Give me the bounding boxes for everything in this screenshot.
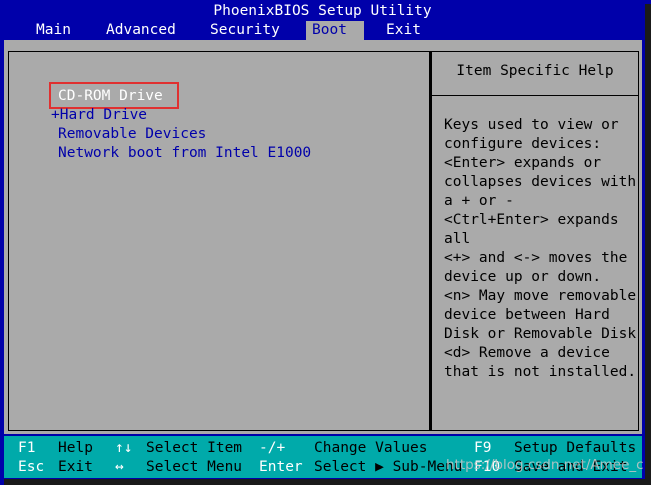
window-shadow [4, 479, 651, 485]
key-updown-label: Select Item [146, 440, 243, 456]
menu-security[interactable]: Security [204, 21, 286, 40]
key-esc: Esc [18, 459, 45, 475]
key-f1-label: Help [58, 440, 93, 456]
content-area: CD-ROM Drive +Hard Drive Removable Devic… [4, 40, 642, 434]
watermark-text: https://blog.csdn.net/Amee_c [446, 457, 644, 473]
menu-main[interactable]: Main [30, 21, 77, 40]
help-line: that is not installed. [444, 364, 637, 380]
help-line: Disk or Removable Disk [444, 326, 637, 342]
menu-bar: Main Advanced Security Boot Exit [4, 21, 642, 40]
key-minus-plus-label: Change Values [314, 440, 428, 456]
window-shadow [645, 4, 651, 485]
help-line: all [444, 231, 471, 247]
help-line: <Ctrl+Enter> expands [444, 212, 619, 228]
window-title: PhoenixBIOS Setup Utility [213, 3, 432, 19]
help-line: a + or - [444, 193, 514, 209]
bios-window: PhoenixBIOS Setup Utility Main Advanced … [0, 0, 645, 479]
menu-exit[interactable]: Exit [380, 21, 427, 40]
boot-item-removable[interactable]: Removable Devices [58, 125, 206, 144]
help-line: <+> and <-> moves the [444, 250, 628, 266]
help-line: <n> May move removable [444, 288, 637, 304]
help-title: Item Specific Help [456, 63, 614, 79]
help-text: Keys used to view or configure devices: … [444, 116, 637, 382]
boot-order-panel: CD-ROM Drive +Hard Drive Removable Devic… [8, 51, 430, 431]
key-leftright: ↔ [115, 459, 124, 475]
key-enter-label: Select ▶ Sub-Menu [314, 459, 463, 475]
help-line: device up or down. [444, 269, 602, 285]
key-esc-label: Exit [58, 459, 93, 475]
help-line: <Enter> expands or [444, 155, 602, 171]
key-leftright-label: Select Menu [146, 459, 243, 475]
menu-advanced[interactable]: Advanced [100, 21, 182, 40]
help-line: <d> Remove a device [444, 345, 610, 361]
help-panel: Item Specific Help Keys used to view or … [430, 51, 639, 431]
menu-boot[interactable]: Boot [306, 21, 364, 40]
key-minus-plus: -/+ [259, 440, 286, 456]
help-line: device between Hard [444, 307, 610, 323]
boot-item-cdrom[interactable]: CD-ROM Drive [58, 87, 163, 106]
key-updown: ↑↓ [115, 440, 133, 456]
help-title-bar: Item Specific Help [432, 52, 638, 96]
key-f1: F1 [18, 440, 36, 456]
key-enter: Enter [259, 459, 303, 475]
help-line: Keys used to view or [444, 117, 619, 133]
help-line: collapses devices with [444, 174, 637, 190]
boot-item-network[interactable]: Network boot from Intel E1000 [58, 144, 311, 163]
boot-item-hard-drive[interactable]: +Hard Drive [51, 106, 147, 125]
help-line: configure devices: [444, 136, 602, 152]
